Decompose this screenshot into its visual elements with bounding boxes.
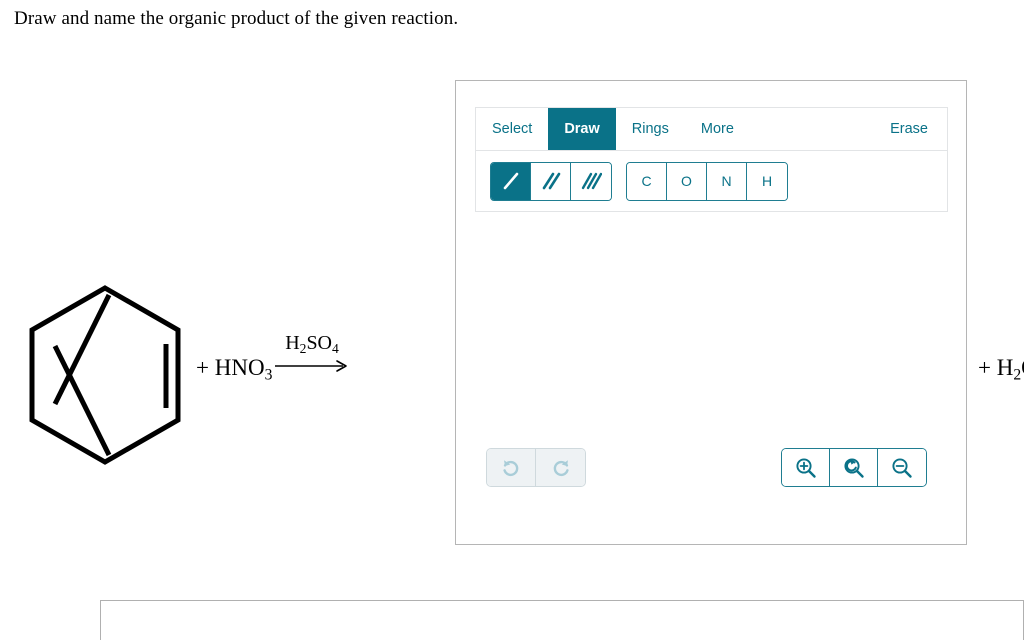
tab-more[interactable]: More — [685, 108, 750, 150]
tab-rings[interactable]: Rings — [616, 108, 685, 150]
single-bond-button[interactable] — [491, 162, 531, 200]
double-bond-icon — [542, 172, 560, 190]
product-water-fragment: + H2O — [978, 355, 1024, 384]
zoom-out-icon — [892, 457, 912, 478]
erase-button[interactable]: Erase — [874, 108, 947, 150]
product-water-main: + H — [978, 355, 1014, 380]
molecule-editor-panel: Select Draw Rings More Erase C O N H — [455, 80, 967, 545]
editor-toolbar: Select Draw Rings More Erase C O N H — [475, 107, 948, 212]
zoom-in-icon — [795, 457, 816, 478]
benzene-ring-structure — [29, 285, 181, 465]
reagent-h: H — [285, 332, 300, 354]
tab-select[interactable]: Select — [476, 108, 548, 150]
element-button-n[interactable]: N — [707, 162, 747, 200]
undo-button[interactable] — [487, 449, 536, 486]
triple-bond-button[interactable] — [571, 162, 611, 200]
reagent-o-sub: 4 — [332, 340, 339, 356]
reagent-h2so4: H2SO4 — [272, 333, 352, 356]
triple-bond-icon — [581, 172, 602, 190]
zoom-reset-icon — [843, 457, 864, 478]
redo-button[interactable] — [536, 449, 585, 486]
zoom-button-group — [781, 448, 927, 487]
double-bond-button[interactable] — [531, 162, 571, 200]
reaction-arrow-icon — [275, 360, 347, 372]
tab-draw[interactable]: Draw — [548, 108, 616, 150]
editor-tab-row: Select Draw Rings More Erase — [476, 108, 947, 151]
reaction-arrow-block: H2SO4 — [272, 333, 352, 373]
element-button-h[interactable]: H — [747, 162, 787, 200]
zoom-out-button[interactable] — [878, 449, 926, 486]
undo-icon — [503, 459, 519, 476]
bottom-panel-partial — [100, 600, 1024, 640]
element-button-c[interactable]: C — [627, 162, 667, 200]
zoom-in-button[interactable] — [782, 449, 830, 486]
zoom-reset-button[interactable] — [830, 449, 878, 486]
tab-row-spacer — [750, 108, 874, 150]
editor-tool-row: C O N H — [476, 151, 947, 211]
reagent-so: SO — [306, 332, 333, 354]
history-button-group — [486, 448, 586, 487]
reactant-hno3: + HNO3 — [196, 355, 272, 384]
reaction-equation: + HNO3 H2SO4 — [0, 270, 460, 480]
reactant-hno3-main: + HNO — [196, 355, 265, 380]
bond-tool-group — [490, 161, 612, 201]
element-button-group: C O N H — [626, 161, 788, 201]
element-button-o[interactable]: O — [667, 162, 707, 200]
redo-icon — [553, 459, 569, 476]
product-water-subscript: 2 — [1013, 366, 1022, 384]
single-bond-icon — [503, 172, 518, 190]
page-title: Draw and name the organic product of the… — [14, 8, 459, 29]
